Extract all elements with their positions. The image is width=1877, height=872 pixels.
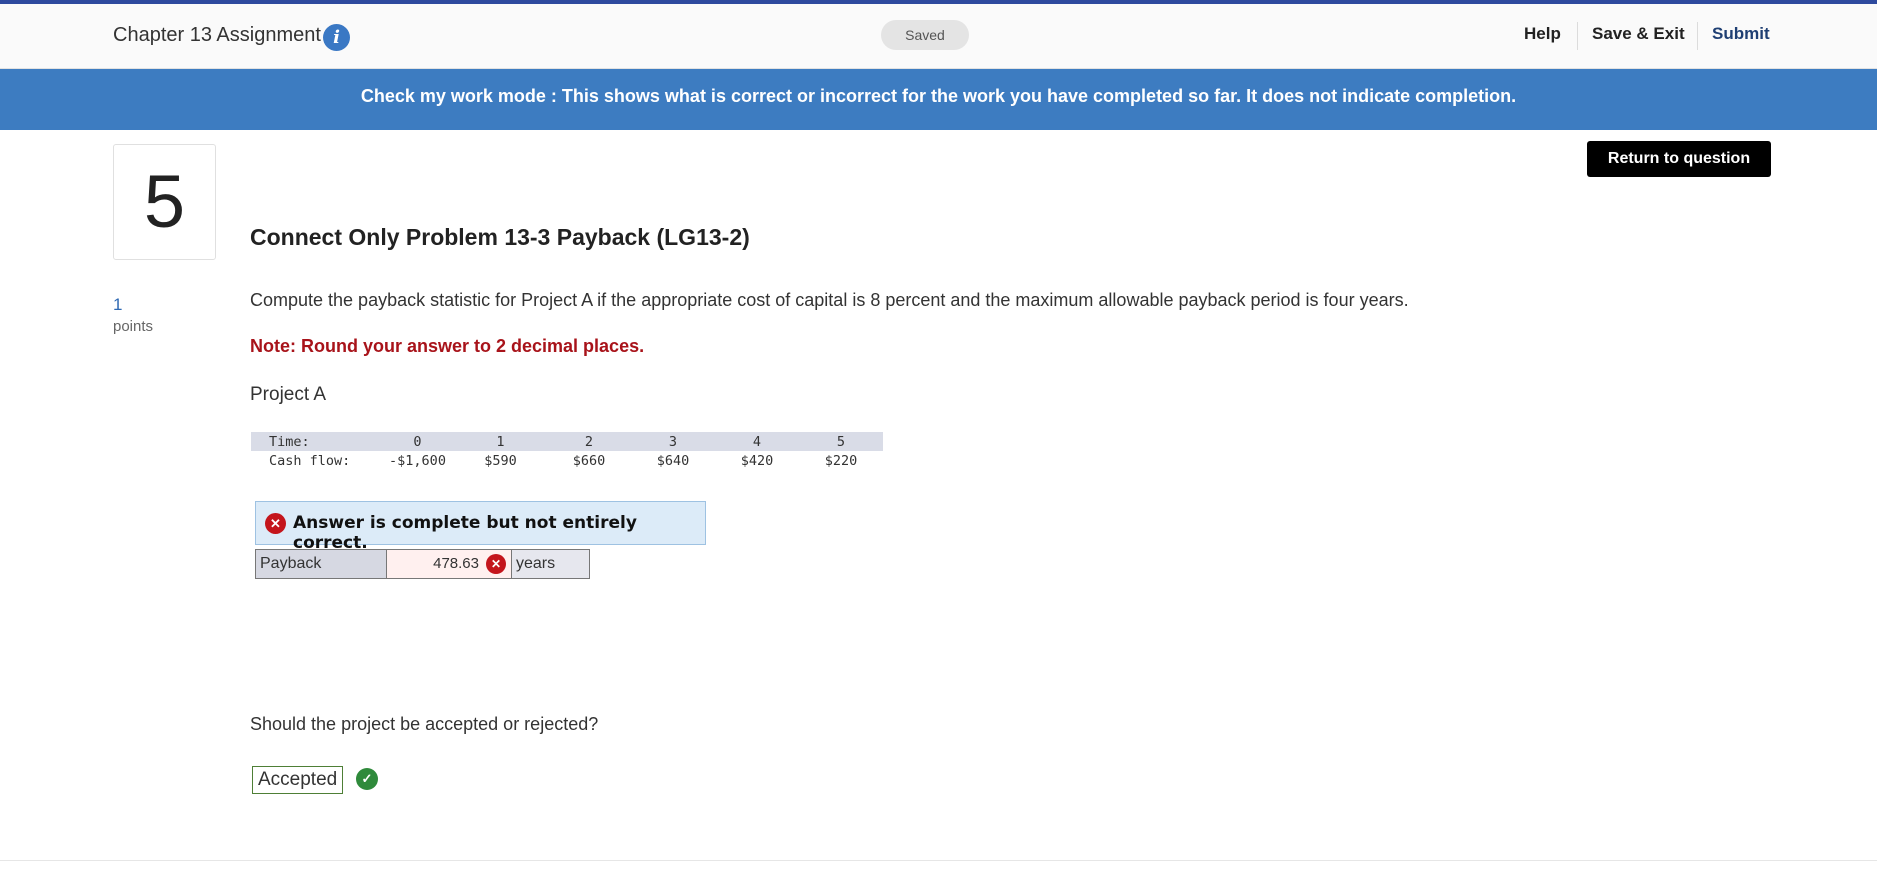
time-cell: 1: [454, 432, 547, 451]
cash-flow-cell: -$1,600: [389, 452, 446, 469]
footer-divider: [0, 860, 1877, 861]
cash-flow-cell: $660: [572, 452, 606, 469]
cash-flow-row: Cash flow: -$1,600 $590 $660 $640 $420 $…: [251, 451, 883, 470]
return-to-question-button[interactable]: Return to question: [1587, 141, 1771, 177]
time-cell: 5: [799, 432, 883, 451]
points-value: 1: [113, 295, 123, 314]
info-icon[interactable]: i: [323, 24, 350, 51]
payback-unit: years: [512, 550, 589, 578]
check-my-work-banner: Check my work mode : This shows what is …: [0, 69, 1877, 130]
points-label: points: [113, 318, 154, 335]
incorrect-x-icon: ✕: [265, 513, 286, 534]
cash-flow-cell: $420: [740, 452, 774, 469]
assignment-title: Chapter 13 Assignment: [113, 24, 321, 46]
payback-value: 478.63: [433, 555, 479, 572]
header-bar: Chapter 13 Assignment i Saved Help Save …: [0, 4, 1877, 69]
payback-label: Payback: [256, 550, 387, 578]
time-row: Time: 0 1 2 3 4 5: [251, 432, 883, 451]
header-divider: [1697, 22, 1698, 50]
time-cell: 2: [547, 432, 631, 451]
incorrect-x-icon: ✕: [486, 554, 506, 574]
question-text: Compute the payback statistic for Projec…: [250, 290, 1409, 310]
payback-input[interactable]: 478.63 ✕: [387, 550, 512, 578]
saved-status-badge: Saved: [881, 20, 969, 50]
time-label: Time:: [251, 432, 381, 451]
cash-flow-label: Cash flow:: [269, 452, 351, 469]
question-note: Note: Round your answer to 2 decimal pla…: [250, 336, 645, 356]
accept-reject-dropdown[interactable]: Accepted: [252, 766, 344, 794]
save-exit-link[interactable]: Save & Exit: [1592, 24, 1685, 44]
help-link[interactable]: Help: [1524, 24, 1561, 44]
question-title: Connect Only Problem 13-3 Payback (LG13-…: [250, 224, 750, 250]
header-divider: [1577, 22, 1578, 50]
correct-check-icon: ✓: [356, 768, 378, 790]
time-cell: 3: [631, 432, 715, 451]
project-label: Project A: [250, 384, 327, 405]
answer-status-text: Answer is complete but not entirely corr…: [293, 513, 637, 553]
accept-reject-question: Should the project be accepted or reject…: [250, 714, 599, 734]
payback-answer-row: Payback 478.63 ✕ years: [255, 549, 590, 579]
question-number: 5: [113, 144, 216, 260]
cash-flow-cell: $640: [656, 452, 690, 469]
time-cell: 0: [381, 432, 454, 451]
answer-status-box: ✕ Answer is complete but not entirely co…: [255, 501, 706, 553]
cash-flow-cell: $220: [824, 452, 858, 469]
cash-flow-cell: $590: [484, 452, 517, 469]
time-cell: 4: [715, 432, 799, 451]
cash-flow-table: Time: 0 1 2 3 4 5 Cash flow: -$1,600 $59…: [251, 432, 883, 470]
submit-link[interactable]: Submit: [1712, 24, 1770, 44]
